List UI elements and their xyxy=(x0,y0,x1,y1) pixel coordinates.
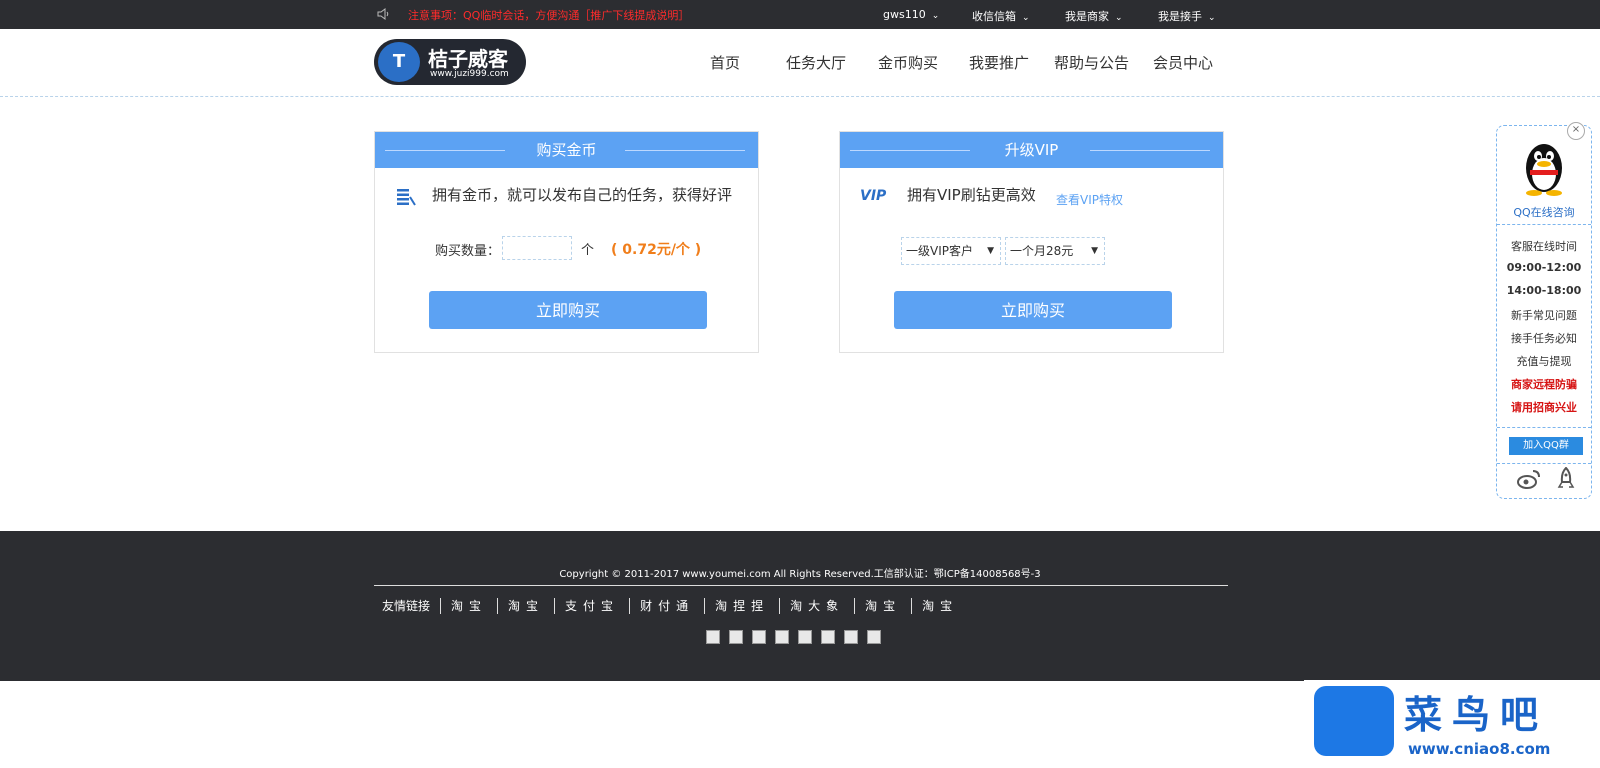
panel-title: 购买金币 xyxy=(536,141,597,159)
divider xyxy=(1497,427,1591,428)
friend-links-label: 友情链接 xyxy=(374,598,442,614)
broken-image-icon[interactable] xyxy=(752,630,766,644)
side-link-anti-fraud[interactable]: 商家远程防骗 xyxy=(1497,376,1591,392)
notice-text[interactable]: 注意事项：QQ临时会话，方便沟通［推广下线提成说明］ xyxy=(408,7,689,23)
quantity-input[interactable] xyxy=(502,236,572,260)
close-icon[interactable]: × xyxy=(1567,122,1585,140)
divider xyxy=(625,150,745,151)
chevron-down-icon: ⌄ xyxy=(931,11,940,21)
weibo-icon[interactable] xyxy=(1517,468,1541,490)
service-hours-label: 客服在线时间 xyxy=(1511,240,1577,253)
divider xyxy=(850,150,970,151)
divider xyxy=(1497,463,1591,464)
divider xyxy=(1497,224,1591,225)
site-header: T 桔子威客 www.juzi999.com 首页 任务大厅 金币购买 我要推广… xyxy=(0,29,1600,97)
watermark: 菜鸟吧 www.cniao8.com xyxy=(1304,680,1600,768)
vip-upgrade-panel: 升级VIP VIP 拥有VIP刷钻更高效 查看VIP特权 一级VIP客户 ▼ 一个… xyxy=(839,131,1224,353)
vip-duration-select[interactable]: 一个月28元 ▼ xyxy=(1005,237,1105,265)
broken-image-icon[interactable] xyxy=(821,630,835,644)
coins-icon xyxy=(397,189,416,206)
panel-title: 升级VIP xyxy=(1004,141,1059,159)
quantity-label: 购买数量： xyxy=(435,244,501,259)
friend-link[interactable]: 淘捏捏 xyxy=(705,598,781,614)
nav-task-hall[interactable]: 任务大厅 xyxy=(786,52,846,73)
unit-label: 个 xyxy=(581,243,595,258)
copyright-text: Copyright © 2011-2017 www.youmei.com All… xyxy=(559,569,1041,580)
friend-link[interactable]: 支付宝 xyxy=(555,598,631,614)
nav-promote[interactable]: 我要推广 xyxy=(969,52,1029,73)
dropdown-arrow-icon: ▼ xyxy=(1091,246,1098,256)
watermark-url: www.cniao8.com xyxy=(1408,740,1551,758)
site-footer: Copyright © 2011-2017 www.youmei.com All… xyxy=(0,531,1600,681)
qq-consult-label[interactable]: QQ在线咨询 xyxy=(1497,204,1591,220)
qq-penguin-icon[interactable] xyxy=(1520,138,1568,196)
logo-name: 桔子威客 xyxy=(428,47,508,71)
buy-coins-panel: 购买金币 拥有金币，就可以发布自己的任务，获得好评 购买数量： 个 ( 0.72… xyxy=(374,131,759,353)
broken-image-icon[interactable] xyxy=(867,630,881,644)
nav-help[interactable]: 帮助与公告 xyxy=(1054,52,1129,73)
top-bar: 注意事项：QQ临时会话，方便沟通［推广下线提成说明］ gws110 ⌄ 收信信箱 ⌄… xyxy=(0,0,1600,29)
certification-badges xyxy=(706,629,890,648)
divider xyxy=(1090,150,1210,151)
friend-link[interactable]: 财付通 xyxy=(630,598,706,614)
friend-link[interactable]: 淘宝 xyxy=(855,598,913,614)
friend-link[interactable]: 淘宝 xyxy=(441,598,499,614)
watermark-name: 菜鸟吧 xyxy=(1404,693,1549,737)
broken-image-icon[interactable] xyxy=(729,630,743,644)
dropdown-arrow-icon: ▼ xyxy=(987,246,994,256)
site-logo[interactable]: T 桔子威客 www.juzi999.com xyxy=(374,39,526,85)
unit-price: ( 0.72元/个 ) xyxy=(611,242,702,258)
topnav-inbox[interactable]: 收信信箱 ⌄ xyxy=(972,8,1030,24)
side-link-bank[interactable]: 请用招商兴业 xyxy=(1497,399,1591,415)
nav-buy-coins[interactable]: 金币购买 xyxy=(878,52,938,73)
logo-url: www.juzi999.com xyxy=(430,69,509,79)
chevron-down-icon: ⌄ xyxy=(1115,13,1123,23)
topnav-user[interactable]: gws110 ⌄ xyxy=(883,8,939,21)
broken-image-icon[interactable] xyxy=(775,630,789,644)
vip-privileges-link[interactable]: 查看VIP特权 xyxy=(1056,191,1123,208)
bird-logo-icon xyxy=(1314,686,1394,756)
buy-coins-button[interactable]: 立即购买 xyxy=(429,291,707,329)
divider xyxy=(385,150,505,151)
logo-mascot-icon: T xyxy=(378,42,420,82)
vip-level-select[interactable]: 一级VIP客户 ▼ xyxy=(901,237,1001,265)
side-link-faq[interactable]: 新手常见问题 xyxy=(1497,307,1591,323)
panel-description: 拥有金币，就可以发布自己的任务，获得好评 xyxy=(432,186,733,204)
vip-icon: VIP xyxy=(860,188,887,204)
side-link-task-guide[interactable]: 接手任务必知 xyxy=(1497,330,1591,346)
service-hours-morning: 09:00-12:00 xyxy=(1506,261,1582,274)
chevron-down-icon: ⌄ xyxy=(1022,13,1030,23)
topnav-taker[interactable]: 我是接手 ⌄ xyxy=(1158,8,1216,24)
broken-image-icon[interactable] xyxy=(706,630,720,644)
nav-member-center[interactable]: 会员中心 xyxy=(1153,52,1213,73)
rocket-icon[interactable] xyxy=(1557,467,1575,491)
broken-image-icon[interactable] xyxy=(844,630,858,644)
join-qq-group-button[interactable]: 加入QQ群 xyxy=(1509,437,1583,455)
divider xyxy=(374,585,1228,586)
topnav-merchant[interactable]: 我是商家 ⌄ xyxy=(1065,8,1123,24)
speaker-icon xyxy=(377,8,389,20)
chevron-down-icon: ⌄ xyxy=(1208,13,1216,23)
friend-link[interactable]: 淘大象 xyxy=(780,598,856,614)
friend-link[interactable]: 淘宝 xyxy=(498,598,556,614)
buy-vip-button[interactable]: 立即购买 xyxy=(894,291,1172,329)
nav-home[interactable]: 首页 xyxy=(710,52,740,73)
panel-description: 拥有VIP刷钻更高效 xyxy=(907,186,1036,204)
side-link-recharge[interactable]: 充值与提现 xyxy=(1497,353,1591,369)
friend-link[interactable]: 淘宝 xyxy=(912,598,968,614)
customer-service-float: × QQ在线咨询 客服在线时间 09:00-12:00 14:00-18:00 … xyxy=(1496,122,1592,499)
panel-header: 购买金币 xyxy=(375,132,758,168)
service-hours-afternoon: 14:00-18:00 xyxy=(1506,284,1582,297)
broken-image-icon[interactable] xyxy=(798,630,812,644)
friend-links: 友情链接 淘宝 淘宝 支付宝 财付通 淘捏捏 淘大象 淘宝 淘宝 xyxy=(374,595,968,617)
panel-header: 升级VIP xyxy=(840,132,1223,168)
